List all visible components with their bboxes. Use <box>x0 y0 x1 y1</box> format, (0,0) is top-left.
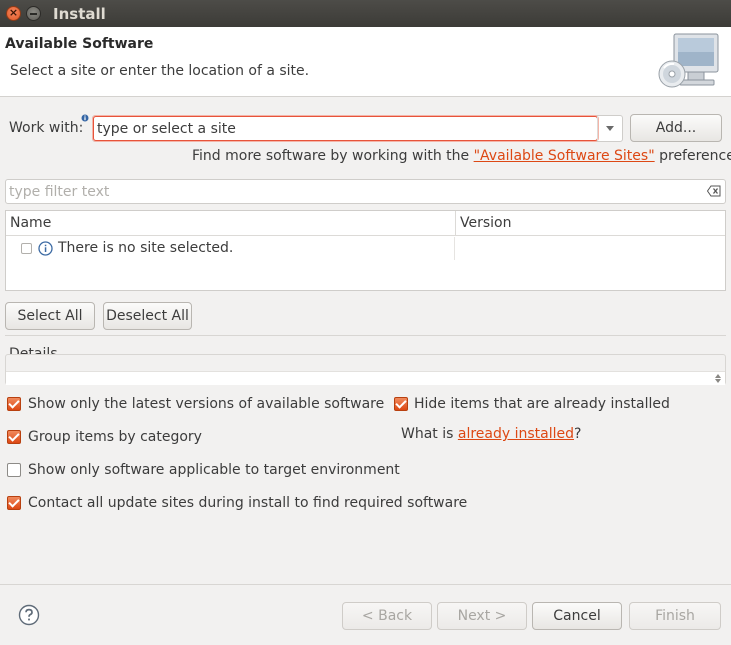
hide-installed-label[interactable]: Hide items that are already installed <box>414 396 670 412</box>
monitor-cd-icon <box>658 33 719 88</box>
divider <box>5 335 726 336</box>
contact-update-sites-label[interactable]: Contact all update sites during install … <box>28 495 467 511</box>
info-icon <box>38 241 53 256</box>
already-installed-link[interactable]: already installed <box>458 426 574 442</box>
finish-button[interactable]: Finish <box>629 602 721 630</box>
scroll-down-icon <box>715 378 721 383</box>
row-name: There is no site selected. <box>58 240 234 256</box>
page-title: Available Software <box>5 36 154 52</box>
select-all-button[interactable]: Select All <box>5 302 95 330</box>
info-small-icon <box>81 114 89 122</box>
page-description: Select a site or enter the location of a… <box>10 63 310 79</box>
hide-installed-checkbox[interactable] <box>394 397 408 411</box>
filter-input[interactable] <box>6 180 696 203</box>
add-site-button[interactable]: Add... <box>630 114 722 142</box>
minimize-window-button[interactable] <box>26 6 41 21</box>
title-bar: × Install <box>0 0 731 27</box>
footer-divider <box>0 584 731 585</box>
already-installed-suffix: ? <box>574 426 582 442</box>
find-more-suffix: preferences. <box>659 148 731 164</box>
clear-filter-icon[interactable] <box>707 185 721 197</box>
details-group <box>5 354 726 385</box>
already-installed-text: What is already installed? <box>401 426 581 442</box>
chevron-down-icon <box>606 126 614 131</box>
close-icon: × <box>8 6 19 19</box>
filter-field[interactable] <box>5 179 726 204</box>
details-scrollbar[interactable] <box>712 371 724 385</box>
find-more-prefix: Find more software by working with the <box>192 148 474 164</box>
next-button[interactable]: Next > <box>437 602 527 630</box>
latest-versions-checkbox[interactable] <box>7 397 21 411</box>
deselect-all-button[interactable]: Deselect All <box>103 302 192 330</box>
window-title: Install <box>53 5 106 23</box>
target-environment-label[interactable]: Show only software applicable to target … <box>28 462 400 478</box>
available-software-sites-link[interactable]: "Available Software Sites" <box>474 148 655 164</box>
close-window-button[interactable]: × <box>6 6 21 21</box>
work-with-combo[interactable] <box>92 115 623 142</box>
target-environment-checkbox[interactable] <box>7 463 21 477</box>
work-with-dropdown-button[interactable] <box>597 116 622 141</box>
scroll-up-icon <box>715 373 721 378</box>
find-more-text: Find more software by working with the "… <box>192 148 731 164</box>
back-button[interactable]: < Back <box>342 602 432 630</box>
wizard-banner: Available Software Select a site or ente… <box>0 27 731 97</box>
details-text-area[interactable] <box>6 371 725 385</box>
contact-update-sites-checkbox[interactable] <box>7 496 21 510</box>
cancel-button[interactable]: Cancel <box>532 602 622 630</box>
work-with-input[interactable] <box>93 116 598 141</box>
work-with-label: Work with: <box>9 120 84 136</box>
table-row[interactable]: There is no site selected. <box>6 237 725 259</box>
latest-versions-label[interactable]: Show only the latest versions of availab… <box>28 396 384 412</box>
already-installed-prefix: What is <box>401 426 458 442</box>
column-header-version[interactable]: Version <box>456 211 725 236</box>
row-checkbox[interactable] <box>21 243 32 254</box>
group-by-category-checkbox[interactable] <box>7 430 21 444</box>
column-header-name[interactable]: Name <box>6 211 456 236</box>
help-icon[interactable] <box>18 604 40 626</box>
software-table: Name Version There is no site selected. <box>5 210 726 291</box>
group-by-category-label[interactable]: Group items by category <box>28 429 202 445</box>
